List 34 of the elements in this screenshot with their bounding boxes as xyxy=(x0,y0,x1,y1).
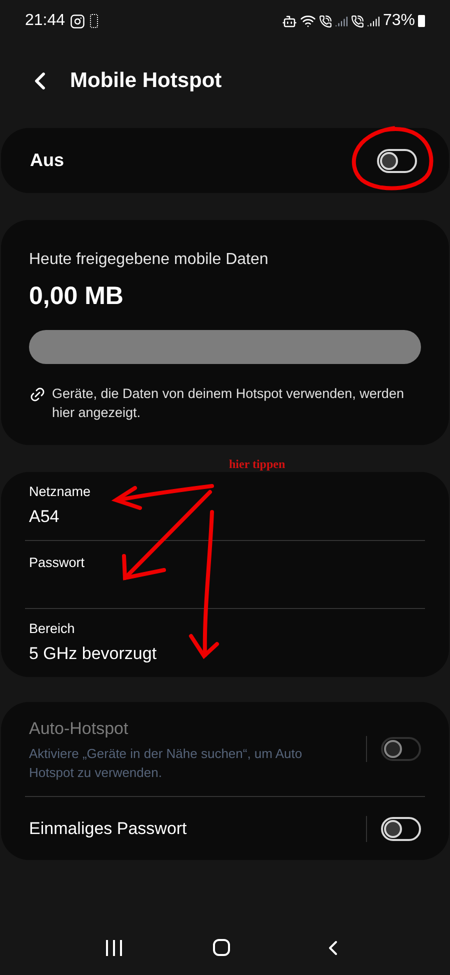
network-setting[interactable]: Netzname A54 xyxy=(25,472,425,540)
status-time: 21:44 xyxy=(25,11,66,31)
battery-icon xyxy=(418,15,425,27)
call-icon xyxy=(350,14,364,28)
robot-icon xyxy=(282,14,297,28)
setting-value: A54 xyxy=(29,506,60,528)
call-icon xyxy=(318,14,332,28)
screen-record-icon xyxy=(90,14,98,28)
instagram-icon xyxy=(70,14,86,28)
setting-label: Netzname xyxy=(29,483,91,502)
signal-icon xyxy=(334,14,348,28)
network-setting[interactable]: Passwort xyxy=(25,540,425,608)
annotation-text: hier tippen xyxy=(229,456,286,473)
usage-note: Geräte, die Daten von deinem Hotspot verwenden, werden hier angezeigt. xyxy=(52,384,405,422)
option-title: Auto-Hotspot xyxy=(29,718,130,740)
option-subtitle: Aktiviere „Geräte in der Nähe suchen“, um Auto Hotspot zu verwenden. xyxy=(29,744,304,782)
network-setting[interactable]: Bereich 5 GHz bevorzugt xyxy=(25,608,425,676)
option-title: Einmaliges Passwort xyxy=(29,818,187,840)
home-icon[interactable] xyxy=(212,939,230,956)
switch-label: Aus xyxy=(30,149,64,172)
hotspot-switch-row[interactable]: Aus xyxy=(1,128,449,193)
usage-label: Heute freigegebene mobile Daten xyxy=(29,250,270,270)
setting-label: Bereich xyxy=(29,620,75,638)
option-row[interactable]: Einmaliges Passwort xyxy=(25,796,425,860)
setting-value: 5 GHz bevorzugt xyxy=(29,642,157,665)
wifi-icon xyxy=(300,13,316,29)
setting-label: Passwort xyxy=(29,554,85,572)
recent-apps-icon[interactable] xyxy=(106,940,122,956)
signal-icon xyxy=(366,14,380,28)
page-title: Mobile Hotspot xyxy=(70,68,222,94)
usage-value: 0,00 MB xyxy=(29,281,124,312)
toggle-switch[interactable] xyxy=(381,816,421,840)
battery-percent: 73% xyxy=(382,11,415,31)
toggle-switch[interactable] xyxy=(377,148,417,172)
